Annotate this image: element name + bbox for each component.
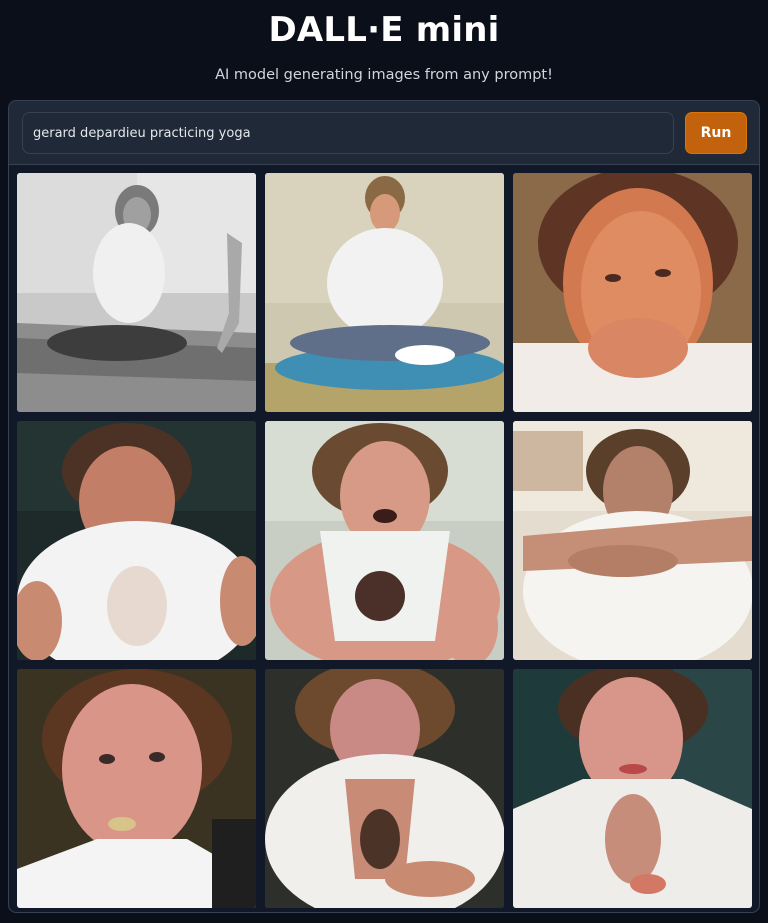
- image-8-art: [265, 669, 504, 908]
- image-7-art: [17, 669, 256, 908]
- generated-image-7[interactable]: [17, 669, 256, 908]
- app-subtitle: AI model generating images from any prom…: [215, 67, 553, 83]
- generated-image-8[interactable]: [265, 669, 504, 908]
- image-2-art: [265, 173, 504, 412]
- generated-image-5[interactable]: [265, 421, 504, 660]
- image-5-art: [265, 421, 504, 660]
- run-button[interactable]: Run: [685, 112, 747, 154]
- prompt-input[interactable]: [22, 112, 674, 154]
- generated-image-3[interactable]: [513, 173, 752, 412]
- main-panel: Run: [8, 100, 760, 913]
- image-6-art: [513, 421, 752, 660]
- app-title: DALL·E mini: [268, 10, 500, 50]
- image-1-art: [17, 173, 256, 412]
- generated-image-1[interactable]: [17, 173, 256, 412]
- image-9-art: [513, 669, 752, 908]
- generated-image-2[interactable]: [265, 173, 504, 412]
- generated-image-9[interactable]: [513, 669, 752, 908]
- image-4-art: [17, 421, 256, 660]
- image-gallery: [9, 164, 759, 912]
- image-3-art: [513, 173, 752, 412]
- generated-image-6[interactable]: [513, 421, 752, 660]
- generated-image-4[interactable]: [17, 421, 256, 660]
